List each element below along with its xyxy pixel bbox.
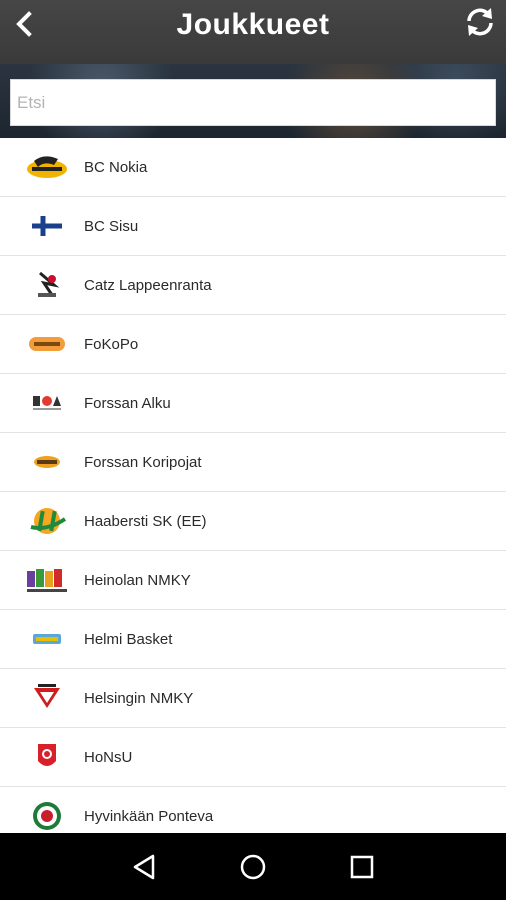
back-arrow-icon [16,11,32,37]
team-name: HoNsU [84,748,133,766]
helsingin-nmky-logo-icon [23,680,71,716]
system-nav-bar [0,833,506,900]
team-name: Helmi Basket [84,630,173,648]
team-row-helmi-basket[interactable]: Helmi Basket [0,610,506,669]
refresh-icon [467,8,493,36]
team-row-heinolan-nmky[interactable]: Heinolan NMKY [0,551,506,610]
team-name: BC Sisu [84,217,139,235]
team-name: FoKoPo [84,335,139,353]
ponteva-logo-icon [23,798,71,833]
team-name: Helsingin NMKY [84,689,194,707]
nav-recents-icon [350,855,373,878]
helmi-basket-logo-icon [23,621,71,657]
team-name: Haabersti SK (EE) [84,512,207,530]
fokopo-logo-icon [23,326,71,362]
team-row-bc-nokia[interactable]: BC Nokia [0,138,506,197]
team-name: Catz Lappeenranta [84,276,212,294]
honsu-logo-icon [23,739,71,775]
team-row-haabersti-sk[interactable]: Haabersti SK (EE) [0,492,506,551]
team-row-hyvinkaan-ponteva[interactable]: Hyvinkään Ponteva [0,787,506,833]
nav-home-icon [240,854,266,879]
team-row-honsu[interactable]: HoNsU [0,728,506,787]
team-list[interactable]: BC Nokia BC Sisu Catz Lappeenranta FoKoP… [0,138,506,833]
team-row-forssan-koripojat[interactable]: Forssan Koripojat [0,433,506,492]
forssan-alku-logo-icon [23,385,71,421]
catz-logo-icon [23,267,71,303]
back-button[interactable] [6,6,42,42]
team-row-catz-lappeenranta[interactable]: Catz Lappeenranta [0,256,506,315]
team-name: Heinolan NMKY [84,571,191,589]
team-name: BC Nokia [84,158,148,176]
search-input[interactable] [10,79,496,126]
page-title: Joukkueet [176,8,330,41]
team-row-helsingin-nmky[interactable]: Helsingin NMKY [0,669,506,728]
team-name: Forssan Alku [84,394,171,412]
bc-nokia-logo-icon [23,149,71,185]
finland-flag-icon [23,208,71,244]
forssan-koripojat-logo-icon [23,444,71,480]
nav-back-button[interactable] [124,847,164,887]
team-name: Forssan Koripojat [84,453,202,471]
team-row-forssan-alku[interactable]: Forssan Alku [0,374,506,433]
app-header: Joukkueet [0,0,506,64]
team-name: Hyvinkään Ponteva [84,807,214,825]
nav-recents-button[interactable] [342,847,382,887]
nav-home-button[interactable] [233,847,273,887]
search-bar [0,64,506,138]
team-row-fokopo[interactable]: FoKoPo [0,315,506,374]
refresh-button[interactable] [460,2,500,42]
team-row-bc-sisu[interactable]: BC Sisu [0,197,506,256]
nav-back-icon [134,854,155,879]
haabersti-logo-icon [23,503,71,539]
heinolan-nmky-logo-icon [23,562,71,598]
